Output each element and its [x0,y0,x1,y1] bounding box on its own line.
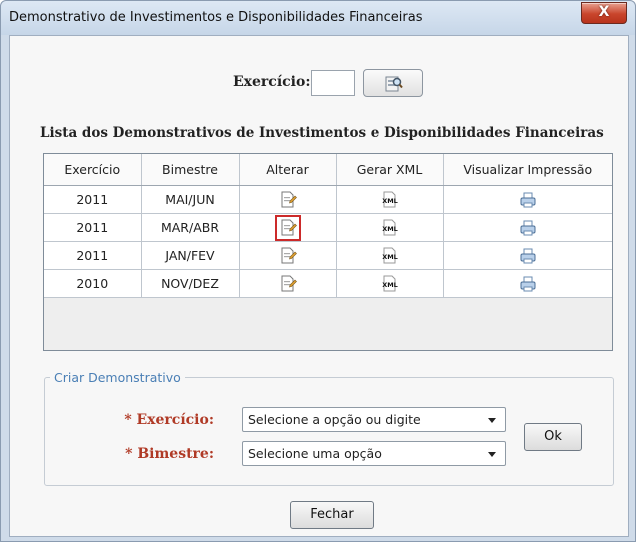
demonstrativos-table: Exercício Bimestre Alterar Gerar XML Vis… [43,153,613,351]
edit-icon[interactable] [279,275,297,293]
close-window-button[interactable]: X [581,2,627,24]
bimestre-select-value: Selecione uma opção [248,446,382,461]
list-title: Lista dos Demonstrativos de Investimento… [40,125,604,141]
search-button[interactable] [363,69,423,97]
print-icon[interactable] [519,275,537,293]
ok-button[interactable]: Ok [524,423,582,451]
svg-text:XML: XML [382,197,398,205]
cell-bimestre: NOV/DEZ [141,269,240,298]
column-header-alterar: Alterar [239,154,337,186]
exercicio-form-label: * Exercício: [124,412,214,428]
table-row: 2011 JAN/FEV XML [44,241,612,270]
edit-icon[interactable] [279,191,297,209]
cell-exercicio: 2011 [44,241,142,270]
dialog-window: Demonstrativo de Investimentos e Disponi… [0,0,636,542]
cell-bimestre: JAN/FEV [141,241,240,270]
exercicio-select-value: Selecione a opção ou digite [248,412,421,427]
print-icon[interactable] [519,247,537,265]
criar-demonstrativo-legend: Criar Demonstrativo [50,370,185,385]
search-icon [385,76,403,92]
column-header-exercicio: Exercício [44,154,142,186]
svg-text:XML: XML [382,253,398,261]
exercicio-filter-input[interactable] [311,70,355,96]
print-icon[interactable] [519,219,537,237]
table-header-row: Exercício Bimestre Alterar Gerar XML Vis… [44,154,612,186]
print-icon[interactable] [519,191,537,209]
table-row: 2011 MAI/JUN XML [44,185,612,214]
title-bar: Demonstrativo de Investimentos e Disponi… [1,1,635,35]
edit-icon[interactable] [279,247,297,265]
column-header-gerar-xml: Gerar XML [336,154,444,186]
table-row: 2010 NOV/DEZ XML [44,269,612,298]
window-title: Demonstrativo de Investimentos e Disponi… [9,10,423,25]
chevron-down-icon [488,452,496,457]
bimestre-select[interactable]: Selecione uma opção [242,441,506,466]
svg-text:XML: XML [382,225,398,233]
dialog-content: Exercício: Lista dos Demonstrativos de I… [9,35,629,537]
xml-file-icon[interactable]: XML [381,247,399,265]
exercicio-filter-label: Exercício: [233,74,311,90]
xml-file-icon[interactable]: XML [381,219,399,237]
cell-bimestre: MAI/JUN [141,185,240,214]
exercicio-select[interactable]: Selecione a opção ou digite [242,407,506,432]
cell-exercicio: 2011 [44,213,142,242]
chevron-down-icon [488,418,496,423]
edit-icon[interactable] [274,214,301,241]
xml-file-icon[interactable]: XML [381,275,399,293]
xml-file-icon[interactable]: XML [381,191,399,209]
column-header-bimestre: Bimestre [141,154,240,186]
bimestre-form-label: * Bimestre: [125,446,214,462]
svg-text:XML: XML [382,281,398,289]
cell-bimestre: MAR/ABR [141,213,240,242]
table-row: 2011 MAR/ABR XML [44,213,612,242]
cell-exercicio: 2010 [44,269,142,298]
column-header-visualizar-impressao: Visualizar Impressão [443,154,612,186]
cell-exercicio: 2011 [44,185,142,214]
close-icon: X [598,4,610,20]
fechar-button[interactable]: Fechar [290,501,374,529]
